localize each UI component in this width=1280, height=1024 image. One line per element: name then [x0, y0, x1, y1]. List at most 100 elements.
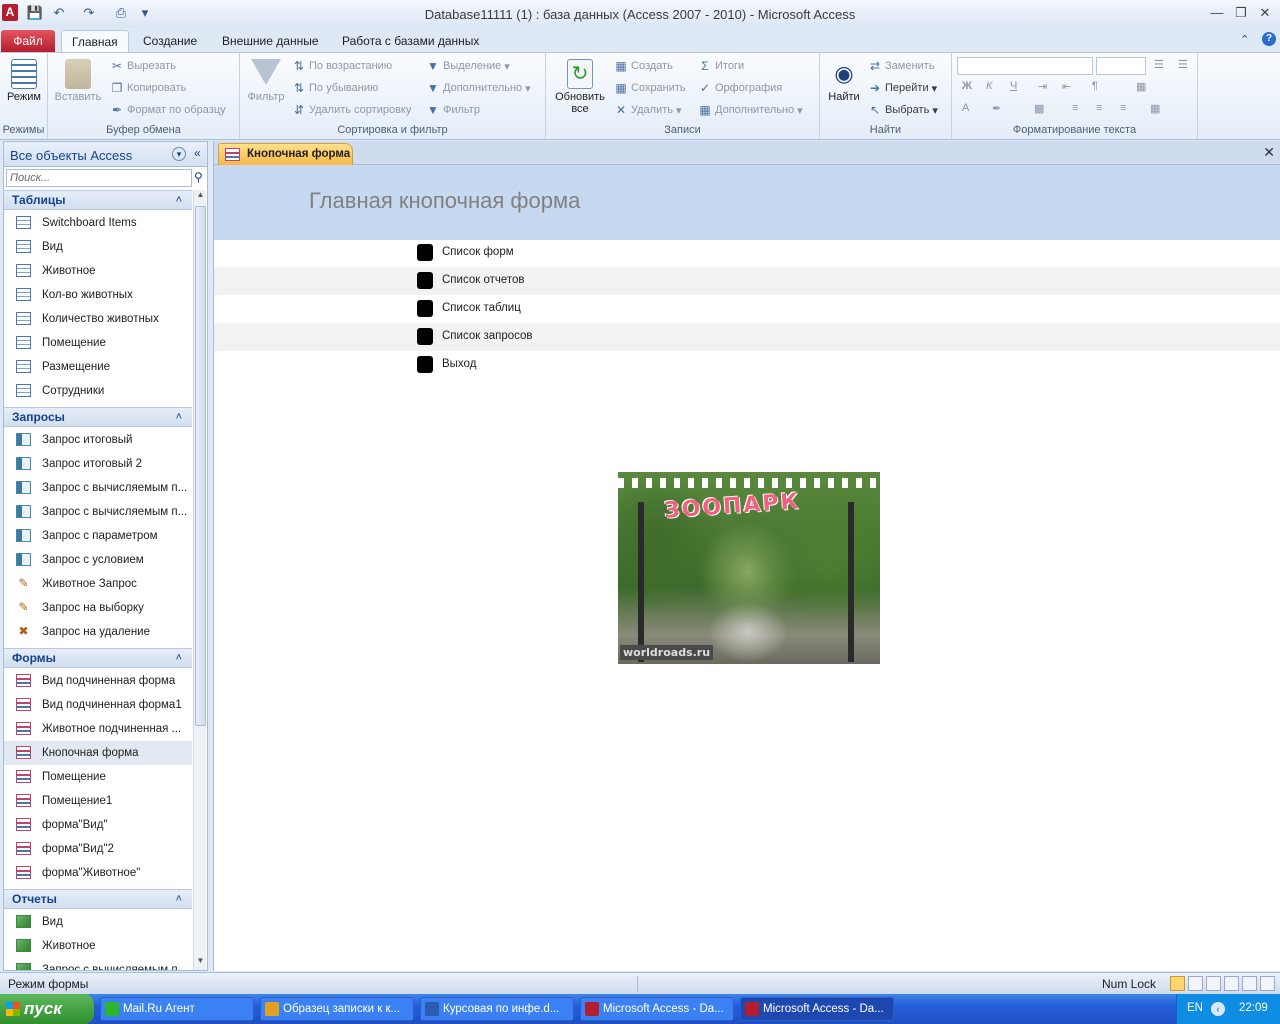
spelling-button[interactable]: ✓ Орфография [698, 81, 782, 95]
datasheet-view-icon[interactable] [1188, 976, 1203, 991]
sort-ascending-button[interactable]: ⇅ По возрастанию [292, 59, 392, 73]
language-indicator[interactable]: EN [1187, 1002, 1203, 1014]
alt-row-color-icon[interactable]: ▦ [1150, 102, 1160, 115]
toggle-filter-button[interactable]: ▼ Фильтр [426, 103, 480, 117]
nav-item-query[interactable]: ✎ Запрос на выборку [4, 596, 192, 620]
nav-item-form[interactable]: Животное подчиненная ... [4, 717, 192, 741]
collapse-chevron-icon[interactable]: ˄ [176, 890, 182, 908]
nav-search-input[interactable]: Поиск... [6, 169, 192, 187]
scroll-thumb[interactable] [195, 206, 206, 726]
nav-item-form[interactable]: Помещение1 [4, 789, 192, 813]
nav-item-query[interactable]: Запрос итоговый [4, 428, 192, 452]
highlight-icon[interactable]: ✒ [992, 102, 1001, 115]
nav-item-form[interactable]: форма"Вид" [4, 813, 192, 837]
nav-item-table[interactable]: Switchboard Items [4, 211, 192, 235]
font-color-icon[interactable]: A [962, 102, 969, 114]
selection-button[interactable]: ▼ Выделение ▾ [426, 59, 510, 73]
nav-item-form[interactable]: форма"Животное" [4, 861, 192, 885]
fill-color-icon[interactable]: ▩ [1034, 102, 1044, 115]
nav-item-table[interactable]: Животное [4, 259, 192, 283]
taskbar-button[interactable]: Mail.Ru Агент [100, 997, 254, 1021]
nav-item-form[interactable]: Помещение [4, 765, 192, 789]
advanced-filter-button[interactable]: ▼ Дополнительно ▾ [426, 81, 531, 95]
font-size-combo[interactable] [1096, 57, 1146, 75]
switchboard-label[interactable]: Список отчетов [442, 274, 525, 286]
view-button[interactable]: Режим [4, 59, 44, 103]
nav-section-table[interactable]: Таблицы ˄ [4, 190, 192, 210]
tab-home[interactable]: Главная [61, 30, 129, 52]
save-record-button[interactable]: ▦ Сохранить [614, 81, 685, 95]
collapse-chevron-icon[interactable]: ˄ [176, 649, 182, 667]
underline-button[interactable]: Ч [1010, 80, 1017, 92]
select-button[interactable]: ↖ Выбрать ▾ [868, 103, 938, 117]
nav-item-table[interactable]: Сотрудники [4, 379, 192, 403]
nav-item-table[interactable]: Количество животных [4, 307, 192, 331]
shutter-bar-icon[interactable]: « [194, 146, 201, 160]
replace-button[interactable]: ⇄ Заменить [868, 59, 934, 73]
search-icon[interactable]: ⚲ [194, 170, 203, 184]
nav-item-report[interactable]: Запрос с вычисляемым п... [4, 958, 192, 970]
nav-section-form[interactable]: Формы ˄ [4, 648, 192, 668]
font-name-combo[interactable] [957, 57, 1093, 75]
switchboard-label[interactable]: Список форм [442, 246, 514, 258]
tab-database-tools[interactable]: Работа с базами данных [332, 30, 489, 52]
gridlines-icon[interactable]: ▦ [1136, 80, 1146, 93]
format-painter-button[interactable]: ✒ Формат по образцу [110, 103, 226, 117]
paragraph-icon[interactable]: ¶ [1092, 80, 1098, 92]
chart-view-icon[interactable] [1260, 976, 1275, 991]
minimize-icon[interactable]: — [1206, 4, 1228, 22]
pivot-view-icon[interactable] [1242, 976, 1257, 991]
nav-item-report[interactable]: Вид [4, 910, 192, 934]
remove-sort-button[interactable]: ⇵ Удалить сортировку [292, 103, 411, 117]
switchboard-button[interactable] [417, 356, 433, 373]
nav-item-form[interactable]: форма"Вид"2 [4, 837, 192, 861]
sort-descending-button[interactable]: ⇅ По убыванию [292, 81, 378, 95]
nav-section-query[interactable]: Запросы ˄ [4, 407, 192, 427]
collapse-chevron-icon[interactable]: ˄ [176, 408, 182, 426]
goto-button[interactable]: ➔ Перейти ▾ [868, 81, 937, 95]
design-view-icon[interactable] [1224, 976, 1239, 991]
nav-item-query[interactable]: Запрос с вычисляемым п... [4, 476, 192, 500]
nav-item-query[interactable]: ✖ Запрос на удаление [4, 620, 192, 644]
indent-icon[interactable]: ⇥ [1038, 80, 1047, 93]
switchboard-button[interactable] [417, 272, 433, 289]
nav-item-table[interactable]: Вид [4, 235, 192, 259]
bold-button[interactable]: Ж [962, 80, 972, 92]
nav-item-form[interactable]: Вид подчиненная форма1 [4, 693, 192, 717]
taskbar-button[interactable]: Курсовая по инфе.d... [420, 997, 574, 1021]
taskbar-button[interactable]: Microsoft Access - Da... [740, 997, 894, 1021]
switchboard-button[interactable] [417, 300, 433, 317]
nav-header[interactable]: Все объекты Access ▾ « [4, 142, 207, 167]
close-icon[interactable]: ✕ [1254, 4, 1276, 22]
switchboard-button[interactable] [417, 244, 433, 261]
outdent-icon[interactable]: ⇤ [1062, 80, 1071, 93]
bullets-icon[interactable]: ☰ [1154, 58, 1164, 71]
form-view-icon[interactable] [1170, 976, 1185, 991]
switchboard-label[interactable]: Список запросов [442, 330, 533, 342]
tab-external-data[interactable]: Внешние данные [212, 30, 329, 52]
find-button[interactable]: ◉ Найти [824, 59, 864, 103]
nav-item-query[interactable]: ✎ Животное Запрос [4, 572, 192, 596]
cut-button[interactable]: ✂ Вырезать [110, 59, 176, 73]
switchboard-label[interactable]: Выход [442, 358, 476, 370]
nav-section-report[interactable]: Отчеты ˄ [4, 889, 192, 909]
nav-item-form[interactable]: Кнопочная форма [4, 741, 192, 765]
taskbar-button[interactable]: Образец записки к к... [260, 997, 414, 1021]
nav-scrollbar[interactable]: ▲ ▼ [193, 190, 206, 970]
close-document-icon[interactable]: ✕ [1263, 144, 1275, 161]
nav-item-report[interactable]: Животное [4, 934, 192, 958]
nav-item-table[interactable]: Размещение [4, 355, 192, 379]
nav-item-table[interactable]: Кол-во животных [4, 283, 192, 307]
layout-view-icon[interactable] [1206, 976, 1221, 991]
align-left-icon[interactable]: ≡ [1072, 102, 1078, 114]
help-icon[interactable]: ? [1262, 32, 1276, 46]
copy-button[interactable]: ❐ Копировать [110, 81, 187, 95]
switchboard-label[interactable]: Список таблиц [442, 302, 521, 314]
scroll-down-icon[interactable]: ▼ [195, 956, 206, 970]
nav-item-table[interactable]: Помещение [4, 331, 192, 355]
align-right-icon[interactable]: ≡ [1120, 102, 1126, 114]
taskbar-button[interactable]: Microsoft Access - Da... [580, 997, 734, 1021]
tab-file[interactable]: Файл [1, 30, 55, 52]
nav-item-query[interactable]: Запрос итоговый 2 [4, 452, 192, 476]
nav-menu-chevron-icon[interactable]: ▾ [172, 147, 186, 161]
